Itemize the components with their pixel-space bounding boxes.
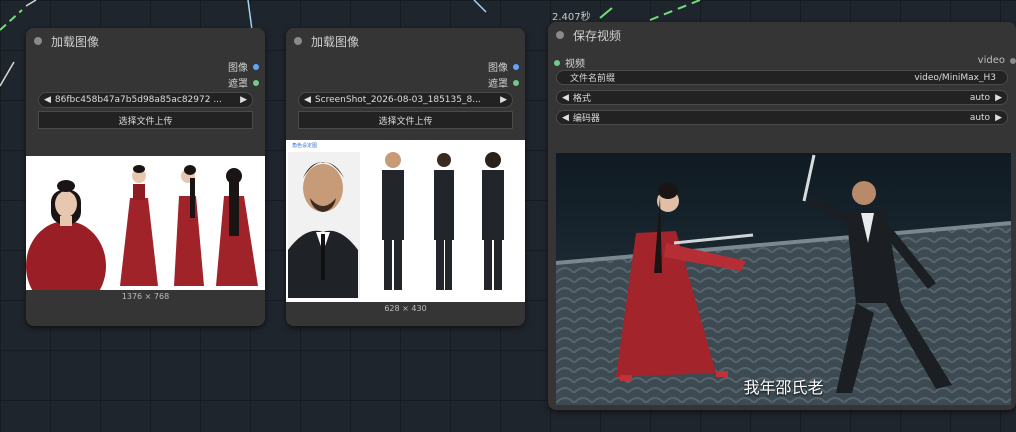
node-title-bar[interactable]: 保存视频	[548, 22, 1016, 48]
wire-green-short	[599, 7, 613, 19]
image-size-label: 628 × 430	[384, 304, 427, 313]
wire-white-left	[0, 61, 15, 87]
node-title-bar[interactable]: 加载图像	[26, 28, 265, 54]
output-image-label: 图像	[228, 63, 248, 74]
image-file-value: 86fbc458b47a7b5d98a85ac82972 ...	[54, 95, 222, 105]
output-mask-label: 遮罩	[488, 79, 508, 90]
format-value: auto	[969, 92, 991, 103]
next-arrow-icon[interactable]: ▶	[995, 113, 1002, 123]
wire-blue-top2	[473, 0, 487, 13]
filename-prefix-field[interactable]: 文件名前缀 video/MiniMax_H3	[556, 70, 1008, 85]
image-slot-icon[interactable]	[253, 63, 259, 70]
video-input-slot-icon[interactable]	[554, 59, 560, 66]
output-mask-label: 遮罩	[228, 79, 248, 90]
prev-arrow-icon[interactable]: ◀	[44, 95, 51, 105]
wire-green-topright	[649, 0, 701, 21]
image-preview	[26, 156, 265, 290]
image-preview: 角色设定图	[286, 140, 525, 302]
input-video[interactable]: 视频	[554, 55, 585, 70]
mask-slot-icon[interactable]	[253, 79, 259, 86]
image-file-value: ScreenShot_2026-08-03_185135_8...	[314, 95, 481, 105]
node-title: 加载图像	[311, 34, 360, 49]
node-title: 加载图像	[51, 34, 100, 49]
next-arrow-icon[interactable]: ▶	[240, 95, 247, 105]
video-output-slot-icon[interactable]	[1010, 57, 1016, 64]
output-video[interactable]: video	[978, 55, 1016, 66]
collapse-dot-icon[interactable]	[294, 37, 302, 45]
next-arrow-icon[interactable]: ▶	[500, 95, 507, 105]
output-image[interactable]: 图像	[488, 59, 519, 74]
image-size-label: 1376 × 768	[121, 292, 170, 301]
wire-white-topleft	[25, 0, 37, 7]
prev-arrow-icon[interactable]: ◀	[562, 93, 569, 103]
save-video-node[interactable]: 保存视频 视频 video 文件名前缀 video/MiniMax_H3 ◀ 格…	[548, 22, 1016, 410]
image-file-select[interactable]: ◀ 86fbc458b47a7b5d98a85ac82972 ... ▶	[38, 92, 253, 108]
format-select[interactable]: ◀ 格式 auto ▶	[556, 90, 1008, 105]
sheet-tag-text: 角色设定图	[292, 142, 317, 149]
load-image-node-2[interactable]: 加载图像 图像 遮罩 ◀ ScreenShot_2026-08-03_18513…	[286, 28, 525, 326]
wire-green-topleft	[0, 9, 23, 31]
prev-arrow-icon[interactable]: ◀	[304, 95, 311, 105]
format-label: 格式	[572, 94, 591, 104]
collapse-dot-icon[interactable]	[556, 31, 564, 39]
prev-arrow-icon[interactable]: ◀	[562, 113, 569, 123]
output-mask[interactable]: 遮罩	[228, 75, 259, 90]
input-video-label: 视频	[565, 59, 585, 70]
mask-slot-icon[interactable]	[513, 79, 519, 86]
output-mask[interactable]: 遮罩	[488, 75, 519, 90]
next-arrow-icon[interactable]: ▶	[995, 93, 1002, 103]
output-video-label: video	[977, 55, 1005, 66]
load-image-node-1[interactable]: 加载图像 图像 遮罩 ◀ 86fbc458b47a7b5d98a85ac8297…	[26, 28, 265, 326]
codec-label: 编码器	[572, 114, 600, 124]
node-title: 保存视频	[573, 28, 622, 43]
upload-button[interactable]: 选择文件上传	[38, 111, 253, 129]
codec-value: auto	[969, 112, 991, 123]
upload-button[interactable]: 选择文件上传	[298, 111, 513, 129]
image-slot-icon[interactable]	[513, 63, 519, 70]
filename-prefix-value: video/MiniMax_H3	[914, 72, 996, 83]
image-file-select[interactable]: ◀ ScreenShot_2026-08-03_185135_8... ▶	[298, 92, 513, 108]
video-subtitle: 我年邵氏老	[743, 378, 824, 397]
execution-time: 2.407秒	[552, 12, 591, 23]
filename-prefix-label: 文件名前缀	[570, 74, 616, 84]
output-image-label: 图像	[488, 63, 508, 74]
output-image[interactable]: 图像	[228, 59, 259, 74]
wire-blue-top	[247, 0, 253, 31]
collapse-dot-icon[interactable]	[34, 37, 42, 45]
codec-select[interactable]: ◀ 编码器 auto ▶	[556, 110, 1008, 125]
node-title-bar[interactable]: 加载图像	[286, 28, 525, 54]
video-preview[interactable]: 我年邵氏老	[556, 153, 1011, 405]
